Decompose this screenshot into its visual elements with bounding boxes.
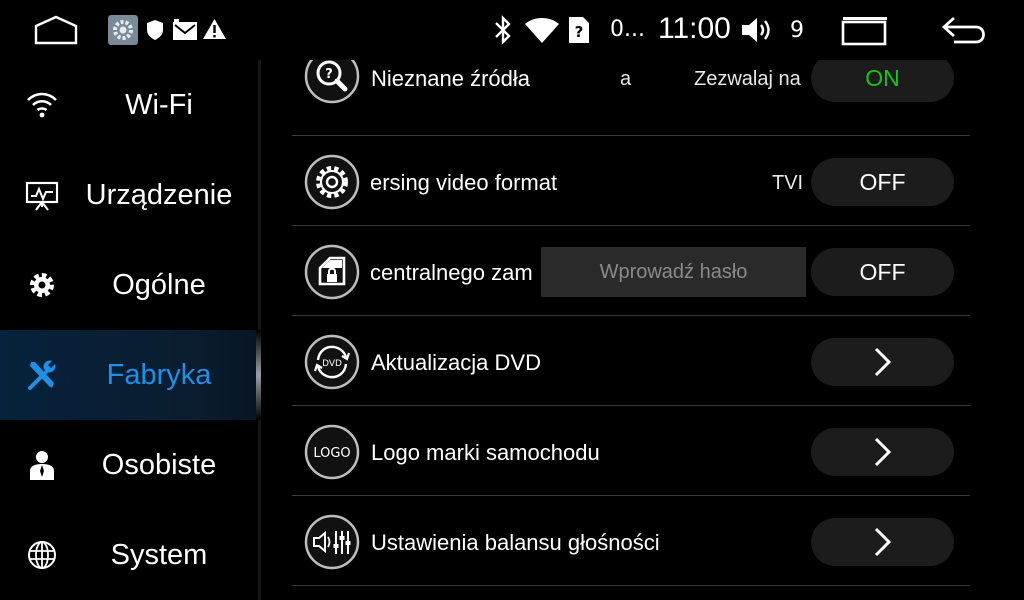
sidebar-item-factory[interactable]: Fabryka bbox=[0, 330, 258, 420]
unknown-sources-toggle[interactable]: ON bbox=[811, 60, 954, 102]
row-label: Nieznane źródła bbox=[371, 66, 530, 91]
logo-icon-text: LOGO bbox=[313, 446, 350, 461]
dvd-update-icon: DVD bbox=[304, 334, 360, 390]
gear-circle-icon bbox=[304, 154, 360, 210]
clock: 11:00 bbox=[658, 12, 731, 45]
volume-icon[interactable] bbox=[740, 15, 774, 45]
row-label: Ustawienia balansu głośności bbox=[371, 530, 660, 555]
wifi-icon bbox=[525, 18, 559, 43]
factory-settings-list: ? Nieznane źródła a Zezwalaj na ON ersin… bbox=[292, 60, 970, 600]
sidebar-item-general[interactable]: Ogólne bbox=[0, 240, 258, 330]
list-item-unknown-sources[interactable]: ? Nieznane źródła a Zezwalaj na ON bbox=[292, 60, 970, 136]
row-label: Aktualizacja DVD bbox=[371, 350, 541, 375]
list-item-volume-balance[interactable]: Ustawienia balansu głośności bbox=[292, 496, 970, 586]
row-description: Zezwalaj na bbox=[694, 68, 801, 90]
sim-unknown-icon: ? bbox=[569, 17, 589, 43]
shield-icon bbox=[147, 20, 163, 40]
person-icon bbox=[30, 451, 54, 480]
settings-app-icon bbox=[108, 15, 138, 45]
mail-icon bbox=[173, 19, 197, 40]
sidebar-item-personal[interactable]: Osobiste bbox=[0, 420, 258, 510]
back-icon[interactable] bbox=[940, 14, 990, 46]
sidebar-item-label: System bbox=[110, 538, 208, 571]
warning-icon bbox=[203, 19, 226, 39]
row-label: Logo marki samochodu bbox=[371, 440, 600, 465]
password-input[interactable]: Wprowadź hasło bbox=[541, 247, 806, 297]
dvd-update-chevron-button[interactable] bbox=[811, 338, 954, 386]
wifi-icon bbox=[27, 92, 57, 118]
unknown-source-icon: ? bbox=[304, 60, 360, 104]
sidebar-item-system[interactable]: System bbox=[0, 510, 258, 600]
sidebar-item-device[interactable]: Urządzenie bbox=[0, 150, 258, 240]
recent-apps-icon[interactable] bbox=[840, 14, 890, 46]
sidebar-item-label: Fabryka bbox=[106, 358, 212, 391]
sidebar: Wi-Fi Urządzenie Ogólne Fabryka Osobiste… bbox=[0, 60, 258, 600]
home-icon[interactable] bbox=[34, 14, 78, 46]
sidebar-item-label: Urządzenie bbox=[85, 178, 233, 211]
central-lock-toggle[interactable]: OFF bbox=[811, 248, 954, 296]
bluetooth-icon bbox=[495, 15, 511, 45]
dvd-icon-text: DVD bbox=[322, 359, 342, 369]
row-label: centralnego zam bbox=[370, 260, 533, 285]
chevron-right-icon bbox=[874, 437, 891, 467]
media-status-text: 0... bbox=[610, 17, 645, 42]
volume-balance-icon bbox=[304, 514, 360, 570]
logo-icon: LOGO bbox=[304, 424, 360, 480]
svg-text:?: ? bbox=[575, 23, 584, 41]
sidebar-item-label: Ogólne bbox=[112, 268, 206, 301]
device-icon bbox=[25, 181, 59, 211]
gear-icon bbox=[30, 273, 54, 297]
chevron-right-icon bbox=[874, 347, 891, 377]
row-aux-text: a bbox=[620, 68, 632, 90]
sidebar-item-label: Wi-Fi bbox=[125, 88, 193, 121]
volume-balance-chevron-button[interactable] bbox=[811, 518, 954, 566]
car-logo-chevron-button[interactable] bbox=[811, 428, 954, 476]
row-label: ersing video format bbox=[370, 170, 558, 195]
list-item-car-logo[interactable]: LOGO Logo marki samochodu bbox=[292, 406, 970, 496]
sidebar-item-label: Osobiste bbox=[101, 448, 217, 481]
globe-icon bbox=[28, 541, 56, 569]
list-item-reversing-video-format[interactable]: ersing video format TVI OFF bbox=[292, 136, 970, 226]
sidebar-item-wifi[interactable]: Wi-Fi bbox=[0, 60, 258, 150]
tools-icon bbox=[28, 360, 56, 390]
row-value: TVI bbox=[772, 172, 804, 194]
active-item-marker bbox=[256, 330, 261, 420]
volume-level: 9 bbox=[790, 18, 804, 43]
svg-text:?: ? bbox=[325, 67, 333, 82]
list-item-dvd-update[interactable]: DVD Aktualizacja DVD bbox=[292, 316, 970, 406]
door-lock-icon bbox=[304, 244, 360, 300]
status-bar: ? 0... 11:00 9 bbox=[0, 0, 1024, 60]
reversing-video-format-toggle[interactable]: OFF bbox=[811, 158, 954, 206]
chevron-right-icon bbox=[874, 527, 891, 557]
